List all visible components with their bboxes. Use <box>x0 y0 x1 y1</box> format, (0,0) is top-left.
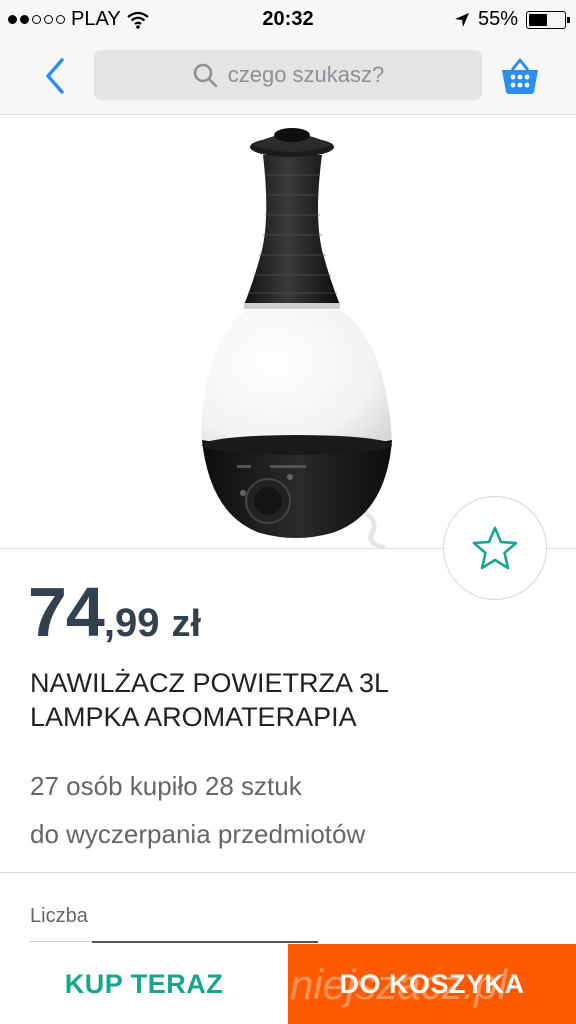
availability-text: do wyczerpania przedmiotów <box>30 819 366 849</box>
price-currency: zł <box>171 603 202 645</box>
product-info: 27 osób kupiło 28 sztuk do wyczerpania p… <box>30 762 365 858</box>
status-right: 55% <box>454 8 570 31</box>
quantity-input[interactable] <box>30 941 320 943</box>
search-icon <box>193 63 217 88</box>
search-input[interactable]: czego szukasz? <box>94 50 482 100</box>
product-title-line1: NAWILŻACZ POWIETRZA 3L <box>30 668 390 698</box>
basket-icon <box>502 58 538 94</box>
star-icon <box>472 526 518 570</box>
battery-icon <box>526 10 570 29</box>
battery-percent: 55% <box>477 8 518 30</box>
status-bar: PLAY 20:32 55% <box>0 0 576 40</box>
product-price: 74 ,99 zł <box>28 572 201 652</box>
product-title-line2: LAMPKA AROMATERAPIA <box>30 702 357 732</box>
buy-now-button[interactable]: KUP TERAZ <box>0 944 288 1024</box>
location-arrow-icon <box>454 12 469 27</box>
back-button[interactable] <box>36 52 76 100</box>
bottom-action-bar: KUP TERAZ DO KOSZYKA <box>0 944 576 1024</box>
price-decimal: ,99 <box>103 601 160 645</box>
quantity-label: Liczba <box>30 905 88 927</box>
chevron-left-icon <box>46 58 64 94</box>
product-image[interactable] <box>0 115 576 548</box>
sold-count: 27 osób kupiło 28 sztuk <box>30 771 302 801</box>
battery-fill <box>529 13 547 26</box>
quantity-underline <box>30 941 92 942</box>
price-integer: 74 <box>28 573 105 651</box>
humidifier-image <box>201 128 392 548</box>
cart-button[interactable] <box>500 54 540 98</box>
divider <box>0 872 576 873</box>
nav-bar: czego szukasz? <box>0 40 576 115</box>
search-placeholder: czego szukasz? <box>227 62 385 87</box>
favorite-button[interactable] <box>443 496 547 600</box>
product-title: NAWILŻACZ POWIETRZA 3L LAMPKA AROMATERAP… <box>30 666 540 734</box>
add-to-cart-button[interactable]: DO KOSZYKA <box>288 944 576 1024</box>
quantity-underline-active <box>92 941 318 943</box>
